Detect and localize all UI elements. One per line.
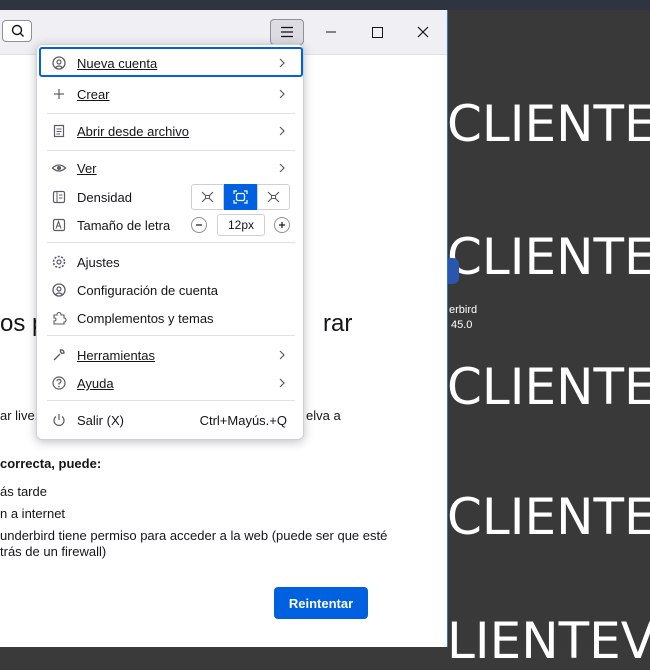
- file-icon: [53, 124, 65, 138]
- menu-item-label: Tamaño de letra: [77, 218, 171, 233]
- close-button[interactable]: [408, 19, 438, 45]
- font-size-increase-button[interactable]: [274, 217, 290, 233]
- close-icon: [417, 26, 429, 38]
- normal-density-icon: [233, 190, 248, 204]
- suggestion-item: ás tarde: [0, 484, 47, 499]
- watermark-text: CLIENTEV: [447, 95, 650, 153]
- desktop-icon-label: erbird: [449, 304, 478, 316]
- exit-shortcut: Ctrl+Mayús.+Q: [199, 413, 287, 428]
- suggestion-item: underbird tiene permiso para acceder a l…: [0, 528, 388, 543]
- watermark-text: CLIENTEV: [447, 358, 650, 416]
- density-normal-button[interactable]: [224, 184, 257, 210]
- relaxed-density-icon: [267, 191, 280, 203]
- menu-item-label: Abrir desde archivo: [77, 124, 189, 139]
- maximize-icon: [372, 27, 383, 38]
- search-icon: [11, 24, 24, 37]
- eye-icon: [51, 164, 67, 172]
- menu-item-create[interactable]: Crear: [41, 81, 299, 107]
- menu-item-label: Configuración de cuenta: [77, 283, 218, 298]
- message-text-left: ar live.: [0, 408, 39, 423]
- watermark-text: CLIENTE: [447, 228, 650, 286]
- help-icon: [52, 376, 66, 390]
- message-text-right: elva a: [306, 408, 341, 423]
- menu-item-label: Ver: [77, 161, 97, 176]
- menu-separator: [47, 242, 295, 243]
- watermark-text: LIENTEV: [447, 612, 650, 670]
- plus-icon: [54, 89, 64, 99]
- menu-item-label: Complementos y temas: [77, 311, 214, 326]
- suggestion-item: n a internet: [0, 506, 66, 521]
- suggestions-heading: correcta, puede:: [0, 456, 102, 471]
- chevron-right-icon: [279, 58, 285, 68]
- compact-density-icon: [201, 191, 214, 203]
- page-heading-right: rar: [323, 310, 353, 337]
- menu-separator: [47, 335, 295, 336]
- retry-button[interactable]: Reintentar: [274, 587, 368, 619]
- puzzle-icon: [53, 311, 67, 325]
- gear-icon: [52, 255, 66, 269]
- menu-item-new-account[interactable]: Nueva cuenta: [41, 50, 299, 76]
- menu-separator: [47, 400, 295, 401]
- menu-item-label: Nueva cuenta: [77, 56, 158, 71]
- chevron-right-icon: [279, 163, 285, 173]
- menu-item-label: Ayuda: [77, 376, 114, 391]
- minus-icon: [196, 224, 202, 226]
- wrench-icon: [53, 349, 65, 361]
- menu-item-label: Herramientas: [77, 348, 156, 363]
- minimize-icon: [326, 31, 336, 33]
- menu-item-label: Crear: [77, 87, 110, 102]
- plus-icon: [279, 222, 285, 228]
- font-size-icon: [52, 218, 66, 232]
- menu-item-label: Ajustes: [77, 255, 120, 270]
- maximize-button[interactable]: [362, 19, 392, 45]
- density-icon: [52, 190, 66, 204]
- density-relaxed-button[interactable]: [257, 184, 290, 210]
- menu-item-tools[interactable]: Herramientas: [41, 342, 299, 368]
- menu-item-open-file[interactable]: Abrir desde archivo: [41, 118, 299, 144]
- chevron-right-icon: [279, 378, 285, 388]
- account-settings-icon: [52, 283, 66, 297]
- menu-item-label: Densidad: [77, 190, 132, 205]
- menu-item-settings[interactable]: Ajustes: [41, 249, 299, 275]
- desktop-top-strip: [0, 0, 650, 10]
- power-icon: [53, 414, 65, 427]
- font-size-decrease-button[interactable]: [191, 217, 207, 233]
- menu-item-account-settings[interactable]: Configuración de cuenta: [41, 277, 299, 303]
- minimize-button[interactable]: [316, 19, 346, 45]
- menu-item-label: Salir (X): [77, 413, 124, 428]
- desktop-icon-label: 45.0: [451, 319, 473, 331]
- new-account-icon: [52, 56, 66, 70]
- app-menu-button[interactable]: [270, 19, 304, 45]
- search-button[interactable]: [2, 20, 32, 42]
- menu-separator: [47, 150, 295, 151]
- thunderbird-desktop-icon[interactable]: [447, 258, 459, 284]
- chevron-right-icon: [279, 350, 285, 360]
- app-menu-popup: Nueva cuenta Crear Abrir desde archivo V…: [36, 44, 304, 440]
- font-size-value: 12px: [217, 214, 265, 236]
- menu-separator: [47, 113, 295, 114]
- watermark-text: CLIENTEV: [447, 488, 650, 546]
- menu-item-help[interactable]: Ayuda: [41, 370, 299, 396]
- chevron-right-icon: [279, 89, 285, 99]
- chevron-right-icon: [279, 126, 285, 136]
- menu-item-exit[interactable]: Salir (X) Ctrl+Mayús.+Q: [41, 407, 299, 433]
- menu-item-addons[interactable]: Complementos y temas: [41, 305, 299, 331]
- density-compact-button[interactable]: [191, 184, 224, 210]
- hamburger-icon: [281, 26, 293, 38]
- menu-item-view[interactable]: Ver: [41, 155, 299, 181]
- suggestion-item-continued: trás de un firewall): [0, 544, 107, 559]
